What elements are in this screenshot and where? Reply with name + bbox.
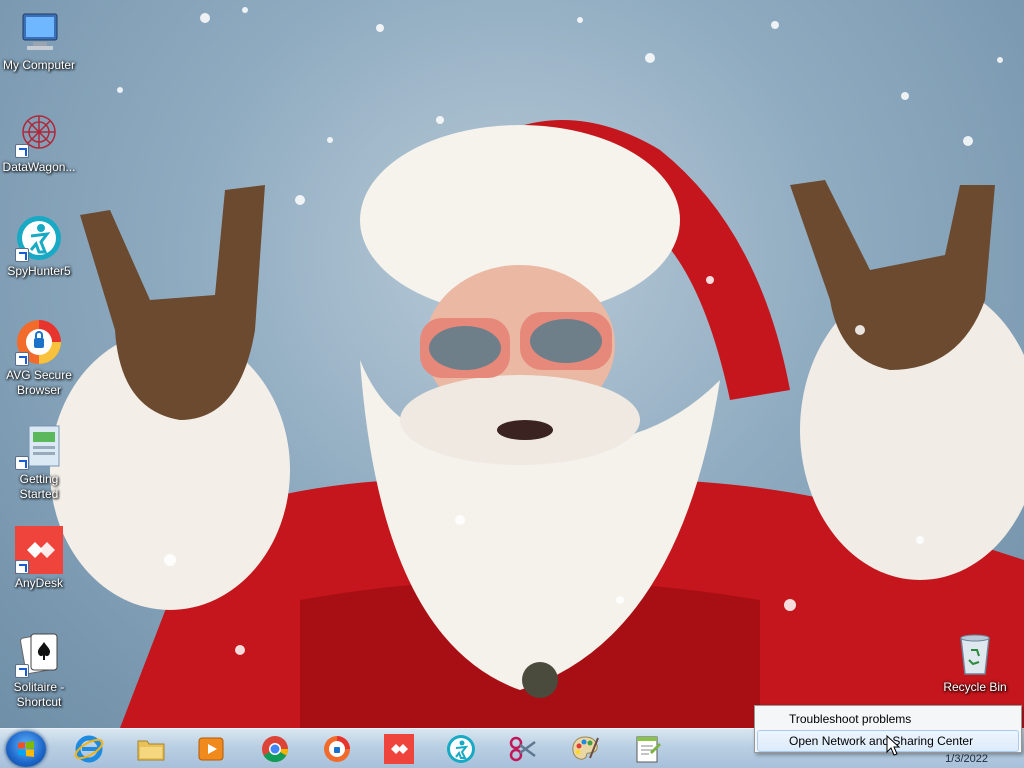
anydesk-icon (15, 526, 63, 574)
desktop-icon-label: AnyDesk (14, 576, 64, 590)
avg-browser-icon (15, 318, 63, 366)
taskbar-anydesk[interactable] (374, 731, 424, 767)
start-button[interactable] (6, 731, 46, 767)
taskbar-internet-explorer[interactable] (64, 731, 114, 767)
desktop-icon-recycle-bin[interactable]: Recycle Bin (936, 630, 1014, 695)
desktop-icon-spyhunter[interactable]: SpyHunter5 (0, 214, 78, 279)
desktop-icon-datawagon[interactable]: DataWagon... (0, 110, 78, 175)
taskbar-clock-date[interactable]: 1/3/2022 (945, 753, 988, 765)
santa-wallpaper-image (50, 7, 1024, 728)
desktop-icon-getting-started[interactable]: Getting Started (0, 422, 78, 502)
desktop-icon-label: My Computer (2, 58, 76, 72)
desktop-icon-label: SpyHunter5 (7, 264, 71, 278)
desktop-icon-label: Recycle Bin (943, 680, 1007, 694)
datawagon-icon (15, 110, 63, 158)
spyhunter-icon (446, 734, 476, 764)
desktop-icon-solitaire[interactable]: Solitaire - Shortcut (0, 630, 78, 710)
desktop-icon-my-computer[interactable]: My Computer (0, 8, 78, 73)
shortcut-arrow-icon (15, 456, 29, 470)
desktop-icon-label: AVG Secure Browser (6, 368, 72, 397)
computer-icon (15, 8, 63, 56)
chrome-icon (260, 734, 290, 764)
shortcut-arrow-icon (15, 248, 29, 262)
desktop-icon-avg-browser[interactable]: AVG Secure Browser (0, 318, 78, 398)
shortcut-arrow-icon (15, 144, 29, 158)
notepad-plus-icon (632, 734, 662, 764)
windows-logo-icon (18, 741, 34, 757)
desktop-icon-label: DataWagon... (2, 160, 76, 174)
shortcut-arrow-icon (15, 560, 29, 574)
taskbar-snipping-tool[interactable] (498, 731, 548, 767)
paint-palette-icon (570, 734, 600, 764)
solitaire-icon (15, 630, 63, 678)
shortcut-arrow-icon (15, 352, 29, 366)
taskbar-chrome[interactable] (250, 731, 300, 767)
anydesk-icon (384, 734, 414, 764)
taskbar-notepad-plus[interactable] (622, 731, 672, 767)
taskbar-avg-browser[interactable] (312, 731, 362, 767)
folder-icon (136, 734, 166, 764)
desktop-icon-label: Solitaire - Shortcut (13, 680, 65, 709)
menu-item-troubleshoot-problems[interactable]: Troubleshoot problems (757, 708, 1019, 730)
internet-explorer-icon (74, 734, 104, 764)
taskbar-spyhunter[interactable] (436, 731, 486, 767)
mouse-cursor-icon (886, 735, 901, 756)
scissors-icon (508, 734, 538, 764)
getting-started-icon (15, 422, 63, 470)
shortcut-arrow-icon (15, 664, 29, 678)
avg-browser-icon (322, 734, 352, 764)
taskbar-file-explorer[interactable] (126, 731, 176, 767)
media-player-icon (196, 734, 226, 764)
taskbar-paint[interactable] (560, 731, 610, 767)
desktop-wallpaper (0, 0, 1024, 728)
taskbar-media-player[interactable] (186, 731, 236, 767)
desktop-icon-anydesk[interactable]: AnyDesk (0, 526, 78, 591)
spyhunter-icon (15, 214, 63, 262)
recycle-bin-icon (951, 630, 999, 678)
desktop-icon-label: Getting Started (19, 472, 59, 501)
